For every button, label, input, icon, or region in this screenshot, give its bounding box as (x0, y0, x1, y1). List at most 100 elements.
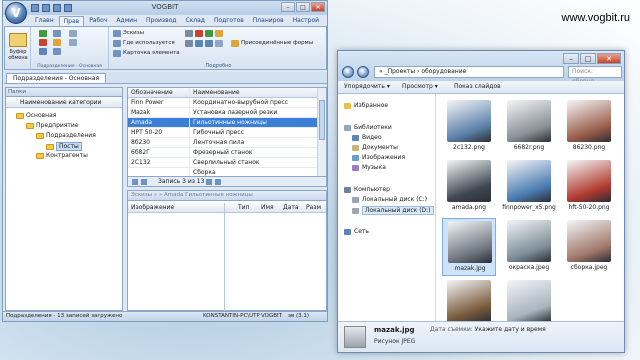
redo-icon[interactable] (53, 4, 61, 12)
file-item[interactable]: finnpower_x5.png (502, 158, 556, 216)
table-row[interactable]: Mazak Установка лазерной резки (128, 108, 318, 118)
forward-icon[interactable]: › (357, 66, 369, 78)
filter-icon[interactable] (53, 48, 61, 55)
column-header[interactable]: Изображение (131, 204, 174, 211)
print-icon[interactable] (69, 30, 77, 37)
file-item[interactable]: сборка.jpeg (562, 218, 616, 276)
file-item[interactable]: 86230.png (562, 98, 616, 156)
tool-icon[interactable] (185, 30, 193, 37)
nav-pictures[interactable]: Изображения (352, 154, 405, 161)
close-button[interactable]: ✕ (597, 53, 621, 64)
where-used-button[interactable]: Где используется (123, 40, 175, 46)
column-header[interactable]: Разм (306, 204, 321, 211)
nav-video[interactable]: Видео (352, 134, 382, 141)
nav-music[interactable]: Музыка (352, 164, 386, 171)
table-row[interactable]: 8б230 Ленточная пила (128, 138, 318, 148)
vertical-scrollbar[interactable] (317, 88, 326, 186)
file-item[interactable]: mazak.jpg (442, 218, 496, 276)
tree-item[interactable]: Подразделения (36, 132, 96, 139)
nav-libraries[interactable]: Библиотеки (344, 124, 392, 131)
nav-network[interactable]: Сеть (344, 228, 369, 235)
file-item[interactable]: 2c132.png (442, 98, 496, 156)
save-icon[interactable] (31, 4, 39, 12)
column-header[interactable]: Имя (261, 204, 274, 211)
nav-computer[interactable]: Компьютер (344, 186, 390, 193)
table-row[interactable]: 6б82Г Фрезерный станок (128, 148, 318, 158)
address-bar[interactable]: « _Проекты › оборудование (374, 66, 564, 78)
splitter[interactable] (224, 203, 225, 311)
minimize-button[interactable]: – (563, 53, 579, 64)
ribbon-tab[interactable]: Подготов (210, 16, 248, 26)
ribbon-tab[interactable]: Рабоч (85, 16, 111, 26)
cell-name: Координатно-вырубной пресс (193, 99, 289, 106)
ribbon-tab[interactable]: Настрой (289, 16, 323, 26)
slideshow-button[interactable]: Показ слайдов (454, 83, 501, 90)
tab-divisions[interactable]: Подразделения - Основная (6, 73, 107, 83)
column-header[interactable]: Дата (283, 204, 299, 211)
column-header[interactable]: Наименование (190, 88, 318, 97)
table-icon[interactable] (195, 40, 203, 47)
table-row[interactable]: Finn Power Координатно-вырубной пресс (128, 98, 318, 108)
file-item[interactable]: окраска.jpeg (502, 218, 556, 276)
ok-icon[interactable] (205, 30, 213, 37)
edit-icon[interactable] (39, 48, 47, 55)
file-label: amada.png (451, 204, 486, 211)
attached-forms-button[interactable]: Присоединённые формы (241, 40, 313, 46)
nav-documents[interactable]: Документы (352, 144, 398, 151)
ribbon-tab[interactable]: Склад (181, 16, 208, 26)
chart-icon[interactable] (205, 40, 213, 47)
undo-icon[interactable] (42, 4, 50, 12)
table-row[interactable]: Amada Гильотинные ножницы (128, 118, 318, 128)
tree-item[interactable]: Предприятие (26, 122, 79, 129)
ribbon-tab[interactable]: Планиров (249, 16, 288, 26)
link-icon[interactable] (185, 40, 193, 47)
back-icon[interactable]: ‹ (342, 66, 354, 78)
refresh-icon[interactable] (64, 4, 72, 12)
ribbon-tab[interactable]: Прав (58, 16, 85, 26)
column-header[interactable]: Тип (238, 204, 250, 211)
search-input[interactable]: Поиск: оборуд... (568, 66, 622, 85)
copy-icon[interactable] (53, 30, 61, 37)
status-db: VOGBIT (261, 313, 283, 319)
delete-icon[interactable] (39, 39, 47, 46)
ribbon-tab[interactable]: Админ (112, 16, 141, 26)
column-header[interactable]: Обозначение (128, 88, 190, 97)
close-button[interactable]: ✕ (311, 2, 325, 12)
tree-column-header[interactable]: Наименование категории (6, 98, 122, 108)
tree-item[interactable]: Контрагенты (36, 152, 88, 159)
table-row[interactable]: HPT 50-20 Гибочный пресс (128, 128, 318, 138)
file-item[interactable]: 6682r.png (502, 98, 556, 156)
table-row[interactable]: 2С132 Сверлильный станок (128, 158, 318, 168)
paste-button[interactable] (9, 33, 27, 47)
scroll-thumb[interactable] (319, 100, 325, 140)
file-item[interactable]: amada.png (442, 158, 496, 216)
ribbon-tab[interactable]: Производ (142, 16, 180, 26)
cell-code: 6б82Г (128, 148, 190, 157)
sketches-button[interactable]: Эскизы (123, 30, 144, 36)
export-icon[interactable] (69, 39, 77, 46)
tree-item-selected[interactable]: Посты (46, 142, 82, 151)
nav-drive-d[interactable]: Локальный диск (D:) (352, 206, 434, 215)
stop-icon[interactable] (195, 30, 203, 37)
element-card-button[interactable]: Карточка элемента (123, 50, 180, 56)
maximize-button[interactable]: □ (580, 53, 596, 64)
prev-record-icon[interactable] (141, 179, 147, 185)
next-record-icon[interactable] (206, 179, 212, 185)
folder-icon[interactable] (53, 39, 61, 46)
view-button[interactable]: Просмотр ▾ (402, 83, 438, 90)
star-icon[interactable] (215, 30, 223, 37)
add-icon[interactable] (39, 30, 47, 37)
nav-drive-c[interactable]: Локальный диск (C:) (352, 196, 427, 203)
app-menu-orb-icon[interactable]: V (5, 2, 27, 24)
ribbon-tab[interactable]: Главн (31, 16, 58, 26)
minimize-button[interactable]: – (281, 2, 295, 12)
nav-favorites[interactable]: Избранное (344, 102, 388, 109)
first-record-icon[interactable] (132, 179, 138, 185)
file-item[interactable]: hft-50-20.png (562, 158, 616, 216)
doc-icon[interactable] (215, 40, 223, 47)
last-record-icon[interactable] (215, 179, 221, 185)
organize-button[interactable]: Упорядочить ▾ (344, 83, 390, 90)
attach-icon (231, 40, 239, 47)
maximize-button[interactable]: □ (296, 2, 310, 12)
tree-item[interactable]: Основная (16, 112, 56, 119)
